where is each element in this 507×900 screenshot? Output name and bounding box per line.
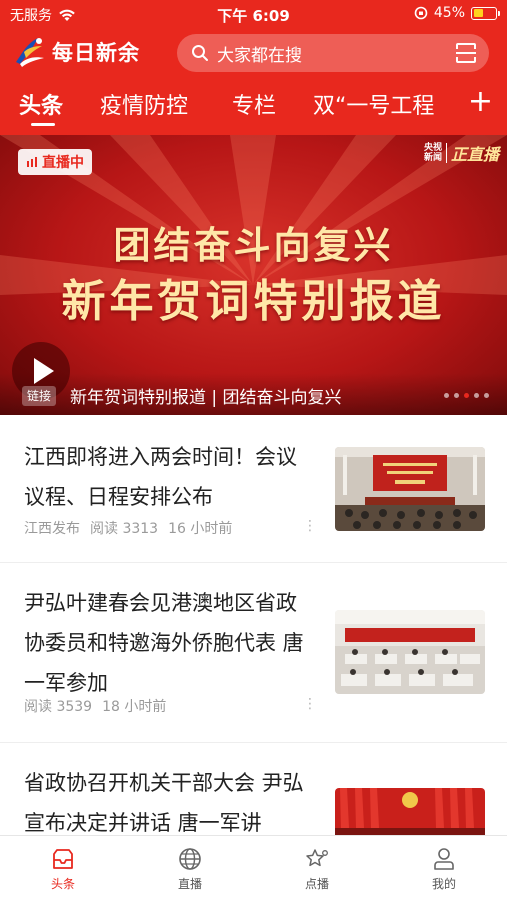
banner-caption[interactable]: 新年贺词特别报道 | 团结奋斗向复兴 xyxy=(70,383,342,408)
news-title: 尹弘叶建春会见港澳地区省政协委员和特邀海外侨胞代表 唐一军参加 xyxy=(24,591,304,695)
bottom-nav: 头条 直播 点播 我的 xyxy=(0,835,507,900)
news-item[interactable]: 江西即将进入两会时间！会议议程、日程安排公布 江西发布 阅读 3313 16 小… xyxy=(0,415,507,563)
news-title: 江西即将进入两会时间！会议议程、日程安排公布 xyxy=(24,445,297,509)
battery-icon xyxy=(471,6,500,20)
tab-project[interactable]: 双“一号工程 xyxy=(313,88,434,120)
live-badge: 直播中 xyxy=(18,149,92,175)
link-tag: 链接 xyxy=(22,386,57,406)
search-placeholder: 大家都在搜 xyxy=(217,45,302,66)
carousel-dot[interactable] xyxy=(474,393,479,398)
app-name: 每日新余 xyxy=(52,41,140,65)
search-box[interactable]: 大家都在搜 xyxy=(177,34,489,72)
news-time: 18 小时前 xyxy=(102,699,167,715)
more-options-icon[interactable]: ⋮ xyxy=(303,696,317,712)
nav-label: 头条 xyxy=(50,877,75,891)
scan-icon[interactable] xyxy=(455,42,477,64)
nav-on-demand[interactable]: 点播 xyxy=(277,846,357,892)
tab-column[interactable]: 专栏 xyxy=(232,88,276,120)
nav-me[interactable]: 我的 xyxy=(404,846,484,892)
add-channel-button[interactable]: + xyxy=(468,84,493,119)
news-item[interactable]: 尹弘叶建春会见港澳地区省政协委员和特邀海外侨胞代表 唐一军参加 阅读 3539 … xyxy=(0,563,507,743)
cctv-live-logo: 央视 新闻 正直播 xyxy=(424,141,499,165)
orientation-lock-icon xyxy=(414,6,428,20)
nav-label: 直播 xyxy=(177,877,202,891)
star-icon xyxy=(306,849,328,867)
cctv-live-label: 正直播 xyxy=(450,145,499,164)
news-thumbnail xyxy=(335,788,485,835)
search-icon xyxy=(192,45,208,61)
nav-headlines[interactable]: 头条 xyxy=(23,846,103,892)
battery-percent: 45% xyxy=(433,5,465,21)
nav-live[interactable]: 直播 xyxy=(150,846,230,892)
live-label: 直播中 xyxy=(42,155,84,171)
news-thumbnail xyxy=(335,610,485,694)
carousel-dot[interactable] xyxy=(484,393,489,398)
tab-epidemic[interactable]: 疫情防控 xyxy=(100,88,188,120)
active-tab-indicator xyxy=(31,123,55,126)
news-meta: 江西发布 阅读 3313 16 小时前 xyxy=(24,518,232,538)
news-reads: 阅读 3313 xyxy=(90,521,159,537)
battery-level xyxy=(473,9,483,17)
news-source: 江西发布 xyxy=(24,521,80,537)
live-signal-icon xyxy=(27,157,37,167)
banner-title-line1: 团结奋斗向复兴 xyxy=(113,223,394,267)
channel-tabs: 头条 疫情防控 专栏 双“一号工程 + xyxy=(0,82,507,128)
news-item[interactable]: 省政协召开机关干部大会 尹弘宣布决定并讲话 唐一军讲 xyxy=(0,743,507,835)
banner-title-line2: 新年贺词特别报道 xyxy=(61,276,446,327)
globe-icon xyxy=(179,848,201,870)
carousel-dot-active[interactable] xyxy=(464,393,469,398)
app-bar: 每日新余 大家都在搜 xyxy=(0,30,507,76)
tab-headlines[interactable]: 头条 xyxy=(19,88,63,120)
logo-icon xyxy=(16,38,44,67)
app-logo[interactable]: 每日新余 xyxy=(12,34,140,70)
news-time: 16 小时前 xyxy=(168,521,233,537)
nav-label: 点播 xyxy=(304,877,329,891)
carousel-dot[interactable] xyxy=(444,393,449,398)
nav-label: 我的 xyxy=(431,877,456,891)
user-icon xyxy=(434,848,454,870)
more-options-icon[interactable]: ⋮ xyxy=(303,518,317,534)
news-icon xyxy=(53,849,73,869)
cctv-news-label: 央视 新闻 xyxy=(424,143,447,163)
carousel-dots xyxy=(444,393,489,398)
news-reads: 阅读 3539 xyxy=(24,699,93,715)
banner-carousel[interactable]: 直播中 央视 新闻 正直播 团结奋斗向复兴 新年贺词特别报道 链接 新年贺词特别… xyxy=(0,135,507,415)
news-title: 省政协召开机关干部大会 尹弘宣布决定并讲话 唐一军讲 xyxy=(24,771,304,835)
carousel-dot[interactable] xyxy=(454,393,459,398)
news-meta: 阅读 3539 18 小时前 xyxy=(24,696,166,716)
news-thumbnail xyxy=(335,447,485,531)
status-bar: 无服务 下午 6:09 45% xyxy=(0,0,507,28)
